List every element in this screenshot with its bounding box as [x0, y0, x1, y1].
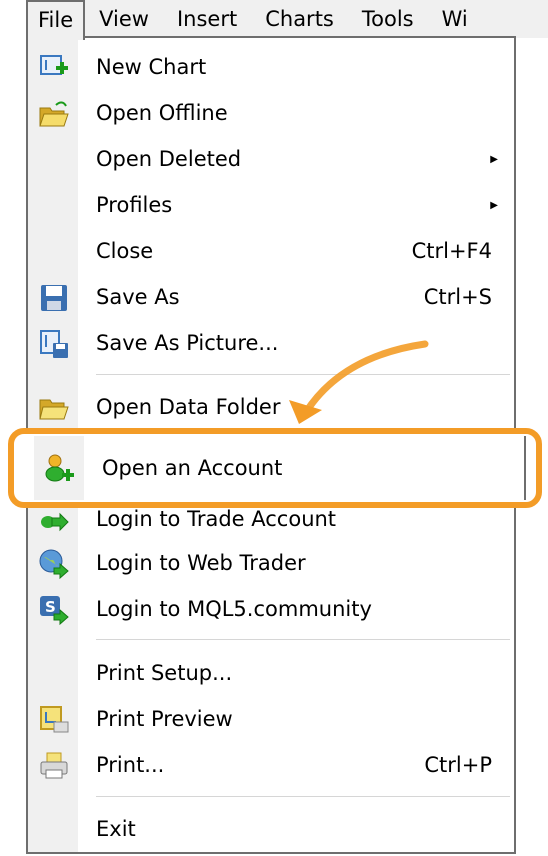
pointer-arrow-icon: [289, 340, 429, 424]
